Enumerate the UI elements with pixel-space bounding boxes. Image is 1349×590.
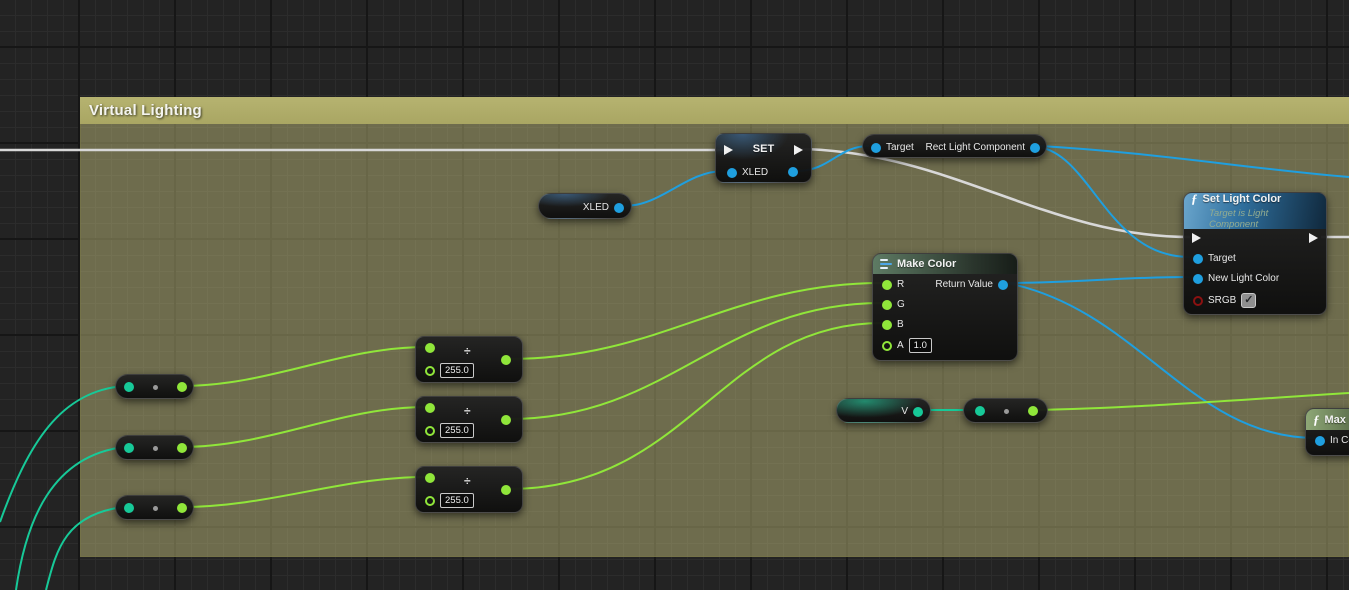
conversion-dot-icon [153,446,158,451]
node-max[interactable]: ƒ Max ( In Co [1305,408,1349,456]
exec-in-pin[interactable] [1192,233,1201,243]
max-title: Max ( [1325,414,1349,426]
exec-out-pin[interactable] [794,145,803,155]
conv-output-pin[interactable] [177,443,187,453]
comment-title: Virtual Lighting [89,102,202,119]
b-pin[interactable] [882,320,892,330]
comment-body [80,124,1349,557]
conv-output-pin[interactable] [177,503,187,513]
conversion-dot-icon [1004,409,1009,414]
exec-out-pin[interactable] [1309,233,1318,243]
node-set-xled[interactable]: SET XLED [715,133,812,183]
set-light-color-header[interactable]: ƒ Set Light Color Target is Light Compon… [1184,193,1326,229]
divide-output-pin[interactable] [501,415,511,425]
divide-input-b-pin[interactable] [425,366,435,376]
node-rect-light-component[interactable]: Target Rect Light Component [862,134,1047,158]
rectlight-target-label: Target [886,142,914,153]
set-node-title: SET [753,143,774,155]
node-divide-g[interactable]: ÷ 255.0 [415,396,523,443]
rectlight-output-label: Rect Light Component [925,142,1025,153]
conv-output-pin[interactable] [1028,406,1038,416]
divide-value-input[interactable]: 255.0 [440,363,474,378]
divide-input-a-pin[interactable] [425,343,435,353]
xled-getter-label: XLED [583,202,609,213]
srgb-checkbox[interactable]: ✓ [1241,293,1256,308]
node-int-to-float-v[interactable] [963,398,1048,423]
conv-output-pin[interactable] [177,382,187,392]
comment-header[interactable]: Virtual Lighting [80,97,1349,124]
divide-operator: ÷ [464,476,471,486]
new-light-color-label: New Light Color [1208,273,1279,284]
divide-value-input[interactable]: 255.0 [440,493,474,508]
node-divide-r[interactable]: ÷ 255.0 [415,336,523,383]
node-int-to-float-b[interactable] [115,495,194,520]
make-struct-icon [880,259,892,269]
xled-input-pin[interactable] [727,168,737,178]
divide-input-a-pin[interactable] [425,403,435,413]
divide-operator: ÷ [464,346,471,356]
function-icon: ƒ [1191,192,1198,205]
make-color-header[interactable]: Make Color [873,254,1017,274]
target-label: Target [1208,253,1236,264]
conv-input-pin[interactable] [124,382,134,392]
new-light-color-pin[interactable] [1193,274,1203,284]
r-label: R [897,279,904,290]
node-get-v[interactable]: V [836,398,931,423]
blueprint-graph-canvas[interactable]: Virtual Lighting SET [0,0,1349,590]
set-light-color-subtitle: Target is Light Component [1209,208,1319,230]
divide-operator: ÷ [464,406,471,416]
max-input-label: In Co [1330,435,1349,446]
node-int-to-float-g[interactable] [115,435,194,460]
divide-output-pin[interactable] [501,355,511,365]
a-label: A [897,340,904,351]
srgb-pin[interactable] [1193,296,1203,306]
a-pin[interactable] [882,341,892,351]
divide-input-b-pin[interactable] [425,426,435,436]
a-value-input[interactable]: 1.0 [909,338,932,353]
max-input-pin[interactable] [1315,436,1325,446]
divide-input-a-pin[interactable] [425,473,435,483]
xled-input-label: XLED [742,167,768,178]
check-icon: ✓ [1244,295,1253,306]
g-pin[interactable] [882,300,892,310]
conv-input-pin[interactable] [975,406,985,416]
v-getter-label: V [901,406,908,417]
node-set-light-color[interactable]: ƒ Set Light Color Target is Light Compon… [1183,192,1327,315]
rectlight-target-pin[interactable] [871,143,881,153]
return-value-label: Return Value [935,279,993,290]
srgb-label: SRGB [1208,295,1236,306]
conversion-dot-icon [153,506,158,511]
conv-input-pin[interactable] [124,443,134,453]
node-get-xled[interactable]: XLED [538,193,632,219]
g-label: G [897,299,905,310]
node-make-color[interactable]: Make Color R Return Value G B A 1.0 [872,253,1018,361]
conv-input-pin[interactable] [124,503,134,513]
make-color-title: Make Color [897,258,956,270]
node-int-to-float-r[interactable] [115,374,194,399]
r-pin[interactable] [882,280,892,290]
conversion-dot-icon [153,385,158,390]
v-getter-output-pin[interactable] [913,407,923,417]
divide-output-pin[interactable] [501,485,511,495]
max-header[interactable]: ƒ Max ( [1306,409,1349,430]
function-icon: ƒ [1313,413,1320,426]
rectlight-output-pin[interactable] [1030,143,1040,153]
xled-output-pin[interactable] [788,167,798,177]
target-pin[interactable] [1193,254,1203,264]
divide-value-input[interactable]: 255.0 [440,423,474,438]
b-label: B [897,319,904,330]
xled-getter-output-pin[interactable] [614,203,624,213]
node-divide-b[interactable]: ÷ 255.0 [415,466,523,513]
return-value-pin[interactable] [998,280,1008,290]
set-light-color-title: Set Light Color [1203,193,1282,205]
divide-input-b-pin[interactable] [425,496,435,506]
